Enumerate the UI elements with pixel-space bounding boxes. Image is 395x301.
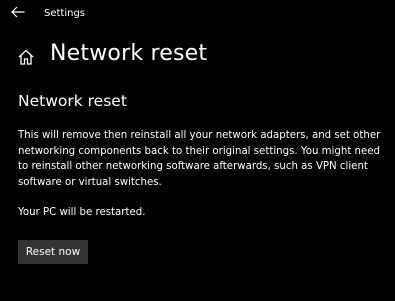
home-icon[interactable]: [17, 48, 35, 66]
back-button[interactable]: [6, 2, 30, 22]
title-bar: Settings: [0, 0, 395, 30]
section-title: Network reset: [18, 92, 127, 110]
restart-note: Your PC will be restarted.: [18, 207, 146, 218]
app-title: Settings: [44, 8, 86, 19]
reset-description: This will remove then reinstall all your…: [18, 130, 381, 188]
back-arrow-icon: [6, 2, 30, 22]
page-title: Network reset: [50, 41, 208, 66]
reset-now-button[interactable]: Reset now: [18, 240, 88, 264]
page-header: Network reset: [0, 38, 395, 74]
